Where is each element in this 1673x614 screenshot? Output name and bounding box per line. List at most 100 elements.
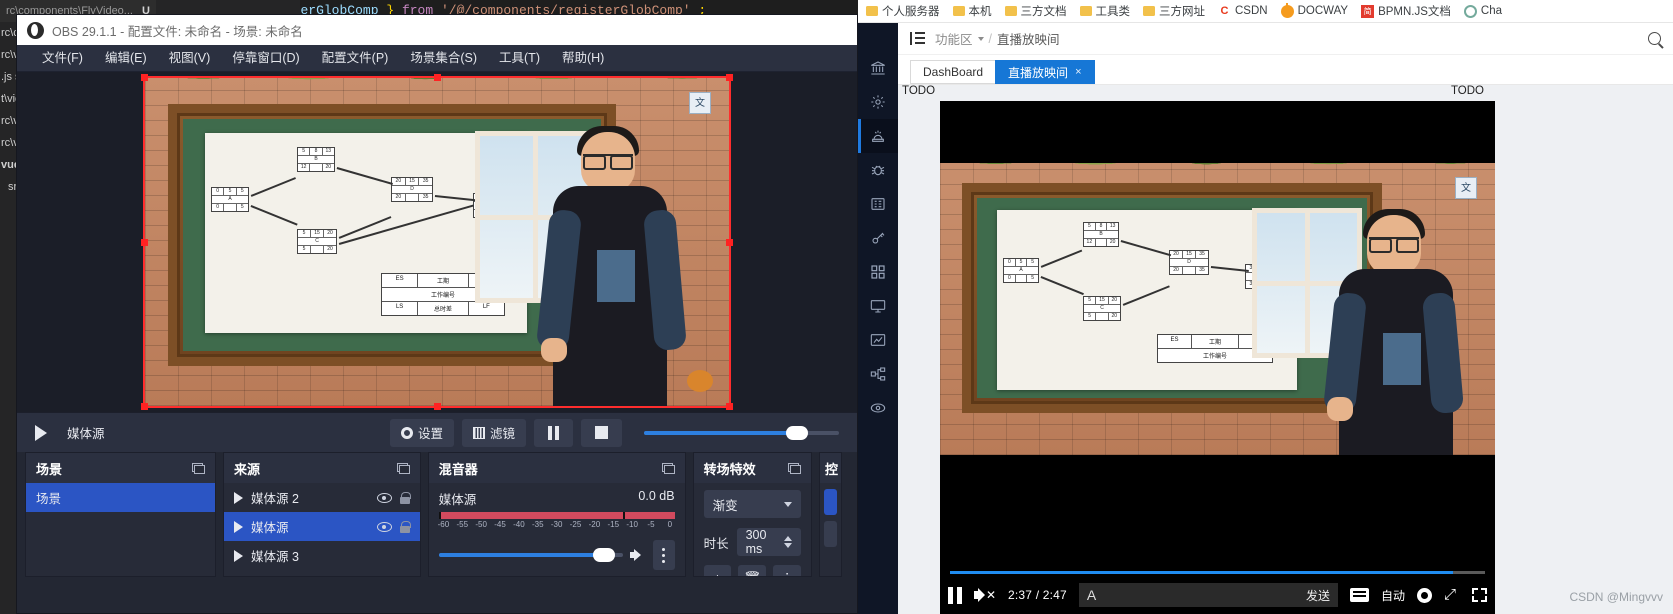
- undock-icon[interactable]: [396, 462, 410, 474]
- scenes-dock: 场景 场景: [25, 452, 217, 577]
- sidebar-item-list[interactable]: [858, 187, 898, 221]
- volume-mute-icon[interactable]: ✕: [974, 587, 996, 603]
- source-list-item[interactable]: 媒体源 2: [224, 483, 420, 512]
- pause-icon[interactable]: [948, 586, 962, 604]
- sidebar-item-broadcast[interactable]: [858, 119, 898, 153]
- transition-select[interactable]: 渐变: [703, 490, 801, 518]
- menu-item-edit[interactable]: 编辑(E): [94, 45, 158, 72]
- transition-duration-input[interactable]: 300 ms: [736, 528, 801, 556]
- menu-item-file[interactable]: 文件(F): [31, 45, 94, 72]
- legend-cell: 工期: [1192, 335, 1240, 348]
- volume-slider[interactable]: [438, 548, 623, 562]
- bookmark-item[interactable]: C CSDN: [1218, 4, 1268, 18]
- stop-button[interactable]: [581, 418, 622, 447]
- bookmark-item[interactable]: Cha: [1463, 4, 1502, 18]
- resize-handle-bottom-right[interactable]: [726, 403, 733, 410]
- sidebar-item-chart[interactable]: [858, 323, 898, 357]
- menu-item-help[interactable]: 帮助(H): [551, 45, 615, 72]
- lock-icon[interactable]: [399, 491, 411, 504]
- bookmark-item[interactable]: 个人服务器: [866, 3, 940, 19]
- subtitles-icon[interactable]: [1349, 588, 1369, 602]
- start-streaming-button[interactable]: [823, 489, 837, 515]
- undock-icon[interactable]: [787, 462, 801, 474]
- resize-handle-bottom-center[interactable]: [434, 403, 441, 410]
- scene-list-item[interactable]: 场景: [26, 483, 216, 512]
- bookmark-item[interactable]: 工具类: [1079, 3, 1130, 19]
- meter-tick: -35: [531, 520, 544, 529]
- expand-icon[interactable]: [234, 491, 244, 504]
- sidebar-item-bank[interactable]: [858, 51, 898, 85]
- filters-button[interactable]: 滤镜: [461, 418, 526, 447]
- sidebar-item-bug[interactable]: [858, 153, 898, 187]
- menu-item-profile[interactable]: 配置文件(P): [311, 45, 400, 72]
- resize-handle-middle-left[interactable]: [141, 239, 148, 246]
- play-icon[interactable]: [35, 424, 47, 441]
- menu-item-view[interactable]: 视图(V): [158, 45, 222, 72]
- resize-handle-middle-right[interactable]: [726, 239, 733, 246]
- resize-handle-top-center[interactable]: [434, 74, 441, 81]
- obs-preview-canvas[interactable]: 5 8 13 B 12 20 055 A 05 20 15 35 D 20 35…: [141, 74, 733, 410]
- eye-icon[interactable]: [376, 492, 392, 503]
- gear-icon[interactable]: [1417, 587, 1432, 603]
- meter-tick: -5: [647, 520, 655, 529]
- video-player[interactable]: 5 8 13 B 12 20 055 A 05 20 15 35 D 20 35…: [940, 101, 1495, 614]
- remove-transition-button[interactable]: 🗑: [738, 565, 767, 576]
- bookmark-item[interactable]: DOCWAY: [1280, 2, 1348, 18]
- bookmark-item[interactable]: 三方文档: [1004, 3, 1067, 19]
- sidebar-item-preview[interactable]: [858, 391, 898, 425]
- search-icon[interactable]: [1648, 32, 1661, 45]
- video-progress-bar[interactable]: [950, 571, 1485, 574]
- undock-icon[interactable]: [192, 462, 206, 474]
- add-transition-button[interactable]: +: [703, 565, 732, 576]
- pause-button[interactable]: [534, 418, 573, 447]
- lock-icon[interactable]: [399, 520, 411, 533]
- sidebar-item-monitor[interactable]: [858, 289, 898, 323]
- sidebar-item-sitemap[interactable]: [858, 357, 898, 391]
- expand-icon[interactable]: ⤢: [1444, 587, 1460, 603]
- meter-tick: -30: [550, 520, 563, 529]
- collapse-menu-icon[interactable]: [910, 32, 925, 45]
- tab-live-room[interactable]: 直播放映间 ×: [995, 60, 1095, 84]
- sidebar-item-grid[interactable]: [858, 255, 898, 289]
- close-icon[interactable]: ×: [1075, 66, 1081, 78]
- undock-icon[interactable]: [661, 462, 675, 474]
- menu-item-tools[interactable]: 工具(T): [488, 45, 551, 72]
- bookmark-label: 三方文档: [1020, 6, 1067, 18]
- bookmark-item[interactable]: 三方网址: [1143, 3, 1205, 19]
- source-list-item[interactable]: 媒体源 3: [224, 541, 420, 570]
- settings-button[interactable]: 设置: [389, 418, 454, 447]
- bookmark-item[interactable]: 本机: [952, 3, 992, 19]
- expand-icon[interactable]: [234, 549, 244, 562]
- resize-handle-top-left[interactable]: [141, 74, 148, 81]
- sidebar-item-settings[interactable]: [858, 85, 898, 119]
- eye-icon[interactable]: [376, 521, 392, 532]
- quality-label[interactable]: 自动: [1381, 587, 1405, 604]
- media-seek-knob[interactable]: [786, 425, 809, 440]
- breadcrumb-root[interactable]: 功能区: [935, 29, 973, 48]
- fullscreen-icon[interactable]: [1472, 588, 1487, 602]
- stepper-icon[interactable]: [783, 536, 792, 548]
- volume-slider-knob[interactable]: [593, 548, 616, 562]
- source-list-item[interactable]: 媒体源: [224, 512, 420, 541]
- resize-handle-top-right[interactable]: [726, 74, 733, 81]
- mixer-menu-button[interactable]: [652, 540, 675, 570]
- menu-item-docks[interactable]: 停靠窗口(D): [221, 45, 310, 72]
- expand-icon[interactable]: [234, 520, 244, 533]
- meter-tick: -10: [626, 520, 638, 529]
- chevron-down-icon[interactable]: [977, 36, 984, 41]
- send-button[interactable]: 发送: [1306, 587, 1330, 604]
- bookmark-item[interactable]: 简 BPMN.JS文档: [1361, 3, 1451, 19]
- media-seek-slider[interactable]: [644, 425, 839, 440]
- start-recording-button[interactable]: [823, 521, 837, 547]
- resize-handle-bottom-left[interactable]: [141, 403, 148, 410]
- source-item-label: 媒体源: [251, 521, 289, 535]
- tab-dashboard[interactable]: DashBoard: [910, 60, 997, 84]
- transition-duration-label: 时长: [703, 536, 729, 551]
- scenes-dock-header: 场景: [26, 453, 216, 483]
- speaker-icon[interactable]: [629, 548, 646, 562]
- sidebar-item-key[interactable]: [858, 221, 898, 255]
- mixer-dock-header: 混音器: [428, 453, 685, 483]
- menu-item-scene-collection[interactable]: 场景集合(S): [399, 45, 488, 72]
- transition-properties-button[interactable]: ⋮: [773, 565, 801, 576]
- chat-input[interactable]: A 发送: [1078, 583, 1338, 607]
